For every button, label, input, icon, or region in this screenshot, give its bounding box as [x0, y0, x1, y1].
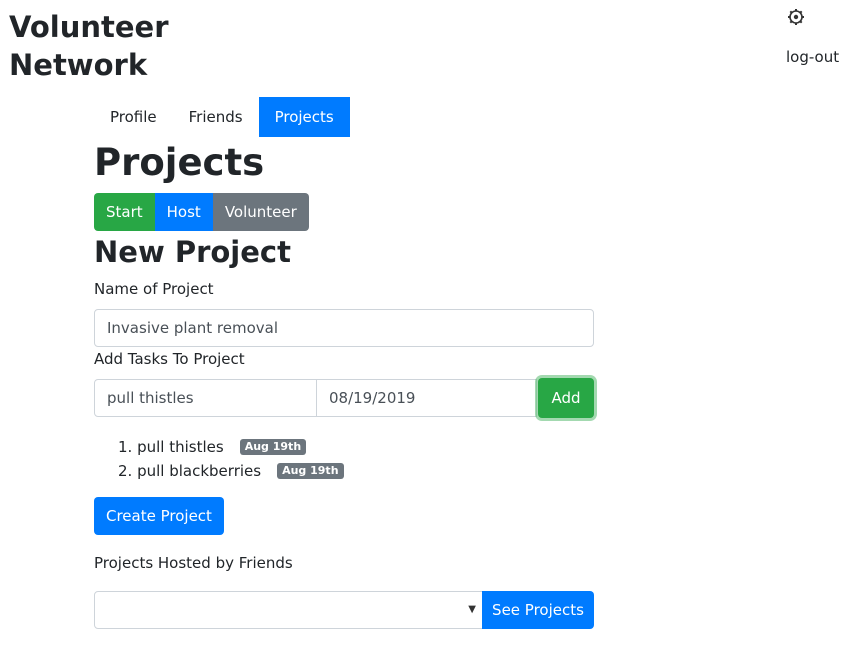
page: Volunteer Network log-out Profile Friend…: [0, 0, 853, 651]
volunteer-button[interactable]: Volunteer: [212, 193, 309, 231]
add-task-button[interactable]: Add: [538, 378, 594, 418]
caret-down-icon: ▼: [468, 604, 476, 615]
task-name-input[interactable]: pull thistles: [94, 379, 317, 417]
list-item: 1. pull thistles Aug 19th: [118, 435, 344, 459]
brand-line-1: Volunteer: [9, 10, 169, 44]
new-project-title: New Project: [94, 235, 291, 269]
task-name: pull thistles: [137, 438, 224, 456]
logout-link[interactable]: log-out: [786, 48, 839, 66]
tab-friends[interactable]: Friends: [173, 97, 259, 137]
task-number: 2.: [118, 462, 133, 480]
task-date-input[interactable]: 08/19/2019: [316, 379, 537, 417]
add-tasks-label: Add Tasks To Project: [94, 350, 245, 368]
brand-line-2: Network: [9, 48, 148, 82]
see-projects-button[interactable]: See Projects: [482, 591, 594, 629]
host-button[interactable]: Host: [154, 193, 213, 231]
friends-projects-select[interactable]: ▼: [94, 591, 483, 629]
create-project-button[interactable]: Create Project: [94, 497, 224, 535]
project-name-input[interactable]: Invasive plant removal: [94, 309, 594, 347]
tab-profile[interactable]: Profile: [94, 97, 173, 137]
gear-icon[interactable]: [787, 8, 805, 26]
friends-projects-label: Projects Hosted by Friends: [94, 554, 293, 572]
mode-button-group: Start Host Volunteer: [94, 193, 309, 231]
start-button[interactable]: Start: [94, 193, 155, 231]
nav-tabs: Profile Friends Projects: [94, 97, 350, 137]
task-number: 1.: [118, 438, 133, 456]
list-item: 2. pull blackberries Aug 19th: [118, 459, 344, 483]
task-date-badge: Aug 19th: [239, 439, 307, 455]
brand-title: Volunteer Network: [9, 8, 169, 84]
tab-projects[interactable]: Projects: [258, 97, 350, 137]
project-name-label: Name of Project: [94, 280, 214, 298]
task-date-badge: Aug 19th: [277, 463, 344, 479]
task-list: 1. pull thistles Aug 19th 2. pull blackb…: [118, 435, 344, 483]
task-name: pull blackberries: [137, 462, 262, 480]
page-title: Projects: [94, 141, 265, 184]
